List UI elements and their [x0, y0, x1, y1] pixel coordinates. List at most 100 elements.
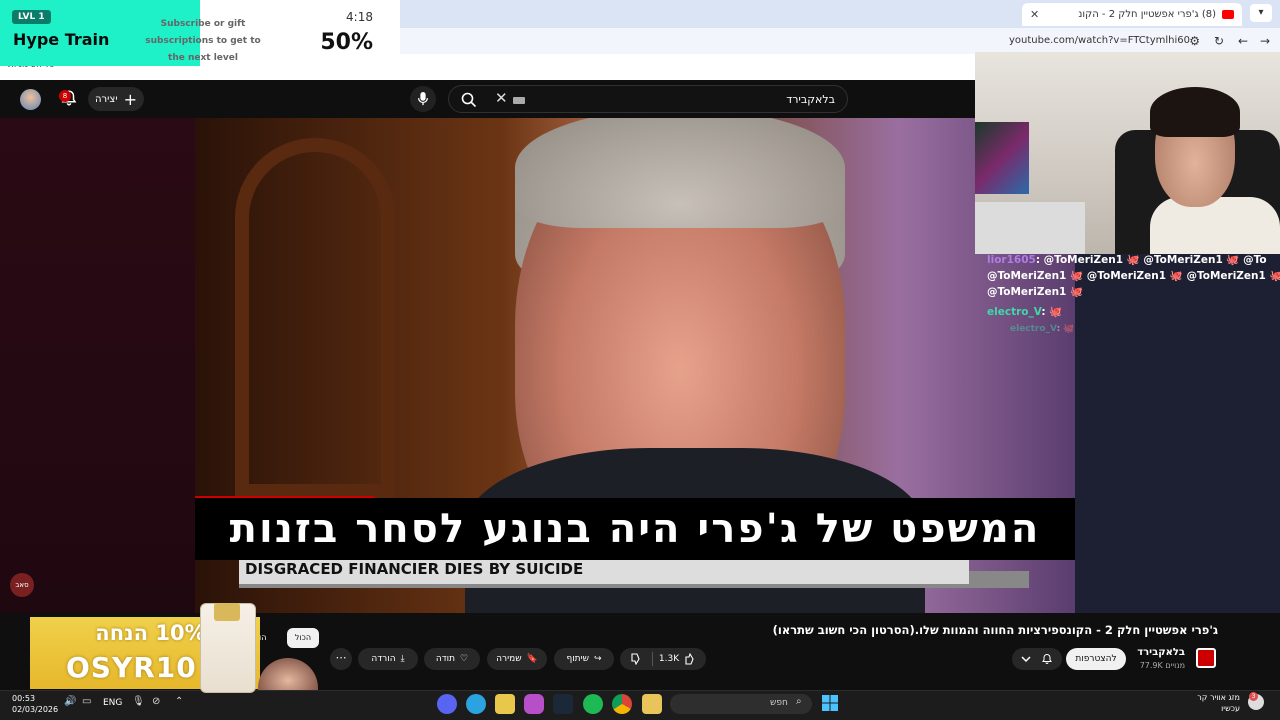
video-subtitle: המשפט של ג'פרי היה בנוגע לסחר בזנות [195, 498, 1075, 560]
clock-time: 00:53 [12, 694, 36, 703]
video-title: ג'פרי אפשטיין חלק 2 - הקונספירציות החווה… [772, 623, 1218, 637]
video-frame-hairline [515, 118, 845, 228]
language-indicator[interactable]: ENG [103, 698, 122, 708]
share-button[interactable]: שיתוף ↪ [554, 648, 614, 670]
file-explorer-icon[interactable] [642, 694, 662, 714]
display-icon[interactable]: ▭ [82, 696, 91, 707]
bell-icon [1041, 653, 1053, 665]
download-label: הורדה [371, 654, 396, 664]
like-icon[interactable] [684, 653, 696, 665]
windows-menu-button[interactable]: ▾ [1250, 4, 1272, 22]
video-frame-background [235, 138, 395, 498]
more-actions-button[interactable]: ⋯ [330, 648, 352, 670]
share-icon: ↪ [593, 654, 602, 664]
chrome-app-icon[interactable] [612, 694, 632, 714]
telegram-app-icon[interactable] [466, 694, 486, 714]
chat-text: : 🐙 [1056, 324, 1075, 334]
keyboard-icon[interactable] [513, 97, 525, 104]
forward-icon[interactable]: → [1260, 34, 1270, 48]
chat-username: electro_V [1010, 324, 1057, 334]
chevron-down-icon [1021, 654, 1031, 664]
right-background [1075, 254, 1280, 613]
chat-username: lior1605 [987, 254, 1036, 266]
weather-text: מזג אוויר קר [1197, 693, 1240, 702]
subscriber-count: 77.9K מנויים [1139, 661, 1185, 670]
subscribe-button[interactable]: להצטרפות [1066, 648, 1126, 670]
save-button[interactable]: שמירה 🔖 [487, 648, 547, 670]
volume-icon[interactable]: 🔊 [64, 696, 76, 707]
taskbar-search-placeholder: חפש [770, 698, 788, 708]
clear-search-icon[interactable]: ✕ [495, 89, 508, 107]
create-button[interactable]: יצירה + [88, 87, 144, 111]
channel-name[interactable]: בלאקבירד [1137, 647, 1185, 658]
weather-widget[interactable]: מזג אוויר קר עכשיו [1197, 692, 1240, 714]
search-input[interactable]: בלאקבירד [786, 93, 835, 106]
chat-text: @ToMeriZen1 🐙 @ToMeriZen1 🐙 @ToMeriZen1 … [987, 270, 1280, 282]
bed [975, 202, 1085, 254]
download-button[interactable]: הורדה ⤓ [358, 648, 418, 670]
voice-search-mic-icon[interactable] [410, 86, 436, 112]
chat-message: @ToMeriZen1 🐙 [987, 285, 1083, 298]
clock-date: 02/03/2026 [12, 705, 59, 714]
weather-badge: 3 [1249, 692, 1258, 701]
chat-text: : @ToMeriZen1 🐙 @ToMeriZen1 🐙 @To [1035, 254, 1267, 266]
youtube-icon [1222, 10, 1234, 19]
hype-title: Hype Train [13, 30, 110, 49]
perfume-bottle-cap [214, 603, 240, 621]
news-ticker: DISGRACED FINANCIER DIES BY SUICIDE [239, 558, 969, 584]
download-icon: ⤓ [400, 654, 405, 664]
hype-level-badge: LVL 1 [12, 10, 51, 24]
bookmark-icon: 🔖 [526, 654, 538, 664]
instagram-app-icon[interactable] [524, 694, 544, 714]
close-tab-icon[interactable]: ✕ [1030, 8, 1039, 21]
wall-poster [975, 122, 1029, 194]
filter-chip-all[interactable]: הכול [287, 628, 319, 648]
back-icon[interactable]: ← [1238, 34, 1248, 48]
thanks-icon: ♡ [460, 654, 469, 664]
channel-logo[interactable] [1196, 648, 1216, 668]
chat-message: electro_V: 🐙 [987, 305, 1062, 318]
share-label: שיתוף [566, 654, 589, 664]
weather-time: עכשיו [1221, 704, 1240, 713]
youtube-header: יצירה + ✕ בלאקבירד [0, 80, 975, 118]
tab-title: (8) ג'פרי אפשטיין חלק 2 - הקונ [1078, 9, 1216, 20]
chat-message: lior1605: @ToMeriZen1 🐙 @ToMeriZen1 🐙 @T… [987, 253, 1267, 266]
like-count[interactable]: 1.3K [659, 654, 679, 664]
chat-text: : 🐙 [1041, 306, 1063, 318]
windows-start-icon[interactable] [822, 695, 838, 711]
promo-code: OSYR10 [66, 651, 197, 684]
like-separator [652, 652, 653, 666]
search-box[interactable]: ✕ בלאקבירד [448, 85, 848, 113]
left-background [0, 118, 195, 613]
url-text[interactable]: youtube.com/watch?v=FTCtymlhi60 [1009, 35, 1190, 46]
network-off-icon[interactable]: ⊘ [152, 696, 160, 707]
create-label: יצירה [95, 93, 118, 105]
notification-settings-button[interactable] [1012, 648, 1062, 670]
windows-taskbar [0, 690, 1280, 720]
hype-percent: 50% [320, 30, 373, 55]
microphone-icon[interactable]: 🎙 [132, 696, 145, 707]
thanks-label: תודה [435, 654, 456, 664]
tray-chevron-up-icon[interactable]: ⌃ [175, 696, 183, 707]
hype-subtitle: Subscribe or gift subscriptions to get t… [145, 19, 261, 63]
channel-badge-icon[interactable]: סאב [10, 573, 34, 597]
steam-app-icon[interactable] [553, 694, 573, 714]
plus-icon: + [123, 89, 137, 109]
app-icon[interactable] [495, 694, 515, 714]
save-label: שמירה [496, 654, 522, 664]
taskbar-clock[interactable]: 00:53 02/03/2026 [12, 693, 58, 715]
streamer-shirt [1150, 197, 1280, 254]
dislike-icon[interactable] [630, 653, 642, 665]
notification-count-badge: 8 [59, 90, 71, 102]
avatar[interactable] [20, 89, 41, 110]
thanks-button[interactable]: תודה ♡ [424, 648, 480, 670]
discord-app-icon[interactable] [437, 694, 457, 714]
reload-icon[interactable]: ↻ [1214, 34, 1224, 48]
search-icon[interactable] [461, 92, 477, 108]
browser-tab[interactable]: (8) ג'פרי אפשטיין חלק 2 - הקונ ✕ [1022, 3, 1242, 26]
site-settings-icon[interactable]: ⚙ [1189, 34, 1200, 48]
taskbar-search-box[interactable] [670, 694, 812, 714]
spotify-app-icon[interactable] [583, 694, 603, 714]
streamer-hair [1150, 87, 1240, 137]
video-player[interactable]: DISGRACED FINANCIER DIES BY SUICIDE המשפ… [195, 118, 1075, 613]
